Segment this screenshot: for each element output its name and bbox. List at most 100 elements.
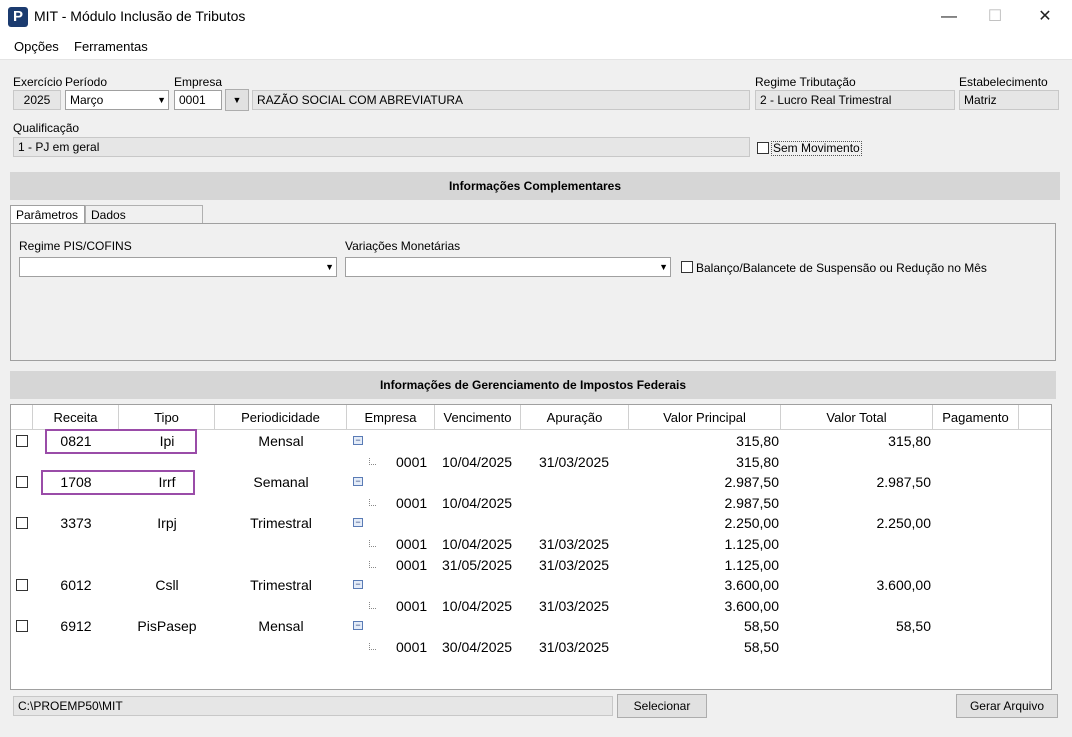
menu-opcoes[interactable]: Opções (14, 39, 59, 54)
periodo-label: Período (65, 75, 108, 89)
cell-valor-principal: 2.987,50 (724, 474, 780, 490)
minimize-button[interactable]: — (926, 0, 972, 33)
regime-pis-cofins-label: Regime PIS/COFINS (19, 239, 132, 253)
exercicio-field[interactable]: 2025 (13, 90, 61, 110)
cell-apuracao (539, 493, 619, 513)
cell-periodicidade: Trimestral (250, 515, 312, 531)
row-checkbox[interactable] (16, 517, 28, 529)
cell-valor-detalhe: 315,80 (736, 454, 779, 470)
tree-line-icon (369, 561, 376, 568)
cell-valor-detalhe: 58,50 (743, 639, 779, 655)
grid-header-filler (1019, 405, 1051, 430)
collapse-icon[interactable]: − (353, 580, 363, 589)
sem-movimento-label[interactable]: Sem Movimento (771, 141, 862, 156)
cell-empresa: 0001 (396, 598, 428, 614)
chevron-down-icon: ▼ (659, 262, 668, 272)
cell-tipo: Csll (155, 577, 179, 593)
row-checkbox[interactable] (16, 579, 28, 591)
variacoes-monetarias-select[interactable]: ▼ (345, 257, 671, 277)
table-row[interactable]: 6912 PisPasep Mensal − 58,50 58,50 (11, 616, 1051, 636)
cell-apuracao: 31/03/2025 (539, 536, 610, 552)
cell-valor-principal: 2.250,00 (724, 515, 780, 531)
col-valor-principal[interactable]: Valor Principal (629, 405, 781, 430)
col-periodicidade[interactable]: Periodicidade (215, 405, 347, 430)
complementares-header: Informações Complementares (10, 172, 1060, 200)
selecionar-button[interactable]: Selecionar (617, 694, 707, 718)
qualificacao-field: 1 - PJ em geral (13, 137, 750, 157)
tree-line-icon (369, 602, 376, 609)
tab-dados-responsaveis[interactable]: Dados Responsáveis (85, 205, 203, 240)
exercicio-label: Exercício (13, 75, 63, 89)
parametros-panel (10, 223, 1056, 361)
gerar-arquivo-button[interactable]: Gerar Arquivo (956, 694, 1058, 718)
table-detail-row[interactable]: 0001 31/05/2025 31/03/2025 1.125,00 (11, 555, 1051, 575)
cell-vencimento: 10/04/2025 (442, 495, 513, 511)
periodo-value: Março (70, 93, 104, 107)
cell-empresa: 0001 (396, 557, 428, 573)
row-checkbox[interactable] (16, 435, 28, 447)
highlight-box (41, 470, 195, 495)
table-detail-row[interactable]: 0001 10/04/2025 31/03/2025 315,80 (11, 452, 1051, 472)
cell-tipo: Irpj (157, 515, 177, 531)
cell-apuracao: 31/03/2025 (539, 639, 610, 655)
grid-body: 0821 Ipi Mensal −315,80 315,80 0001 10/04/2025… (11, 429, 1051, 689)
app-icon: P (8, 7, 28, 27)
cell-apuracao: 31/03/2025 (539, 557, 610, 573)
cell-tipo: PisPasep (137, 618, 197, 634)
menu-ferramentas[interactable]: Ferramentas (74, 39, 148, 54)
table-row[interactable]: 3373 Irpj Trimestral − 2.250,00 2.250,00 (11, 513, 1051, 533)
chevron-down-icon: ▼ (325, 262, 334, 272)
collapse-icon[interactable]: − (353, 518, 363, 527)
collapse-icon[interactable]: − (353, 477, 363, 486)
col-empresa[interactable]: Empresa (347, 405, 435, 430)
cell-valor-detalhe: 2.987,50 (724, 495, 780, 511)
row-checkbox[interactable] (16, 476, 28, 488)
cell-receita: 6912 (60, 618, 92, 634)
empresa-field[interactable]: 0001 (174, 90, 222, 110)
tree-line-icon (369, 540, 376, 547)
col-apuracao[interactable]: Apuração (521, 405, 629, 430)
col-vencimento[interactable]: Vencimento (435, 405, 521, 430)
cell-valor-principal: 3.600,00 (724, 577, 780, 593)
tree-line-icon (369, 458, 376, 465)
cell-apuracao: 31/03/2025 (539, 454, 610, 470)
grid-header-select (11, 405, 33, 430)
balanco-checkbox[interactable] (681, 261, 693, 273)
regime-tributacao-label: Regime Tributação (755, 75, 856, 89)
tree-line-icon (369, 643, 376, 650)
cell-receita: 3373 (60, 515, 92, 531)
regime-pis-cofins-select[interactable]: ▼ (19, 257, 337, 277)
col-valor-total[interactable]: Valor Total (781, 405, 933, 430)
table-detail-row[interactable]: 0001 10/04/2025 2.987,50 (11, 493, 1051, 513)
cell-apuracao: 31/03/2025 (539, 598, 610, 614)
chevron-down-icon: ▼ (232, 95, 242, 105)
variacoes-monetarias-label: Variações Monetárias (345, 239, 461, 253)
cell-valor-principal: 315,80 (736, 433, 779, 449)
cell-vencimento: 30/04/2025 (442, 639, 513, 655)
cell-vencimento: 31/05/2025 (442, 557, 513, 573)
col-receita[interactable]: Receita (33, 405, 119, 430)
collapse-icon[interactable]: − (353, 621, 363, 630)
balanco-label: Balanço/Balancete de Suspensão ou Reduçã… (696, 261, 987, 275)
tab-parametros[interactable]: Parâmetros (10, 205, 85, 224)
close-button[interactable]: ✕ (1022, 0, 1068, 33)
cell-empresa: 0001 (396, 495, 428, 511)
periodo-select[interactable]: Março ▼ (65, 90, 169, 110)
maximize-button[interactable]: ☐ (972, 0, 1018, 33)
cell-periodicidade: Mensal (258, 618, 304, 634)
cell-vencimento: 10/04/2025 (442, 598, 513, 614)
table-detail-row[interactable]: 0001 30/04/2025 31/03/2025 58,50 (11, 637, 1051, 657)
cell-valor-total: 58,50 (895, 618, 931, 634)
col-pagamento[interactable]: Pagamento (933, 405, 1019, 430)
empresa-dropdown-button[interactable]: ▼ (225, 89, 249, 111)
table-row[interactable]: 6012 Csll Trimestral − 3.600,00 3.600,00 (11, 575, 1051, 595)
table-detail-row[interactable]: 0001 10/04/2025 31/03/2025 3.600,00 (11, 596, 1051, 616)
path-field: C:\PROEMP50\MIT (13, 696, 613, 716)
col-tipo[interactable]: Tipo (119, 405, 215, 430)
highlight-box (45, 429, 197, 454)
sem-movimento-checkbox[interactable] (757, 142, 769, 154)
table-detail-row[interactable]: 0001 10/04/2025 31/03/2025 1.125,00 (11, 534, 1051, 554)
collapse-icon[interactable]: − (353, 436, 363, 445)
row-checkbox[interactable] (16, 620, 28, 632)
cell-empresa: 0001 (396, 536, 428, 552)
